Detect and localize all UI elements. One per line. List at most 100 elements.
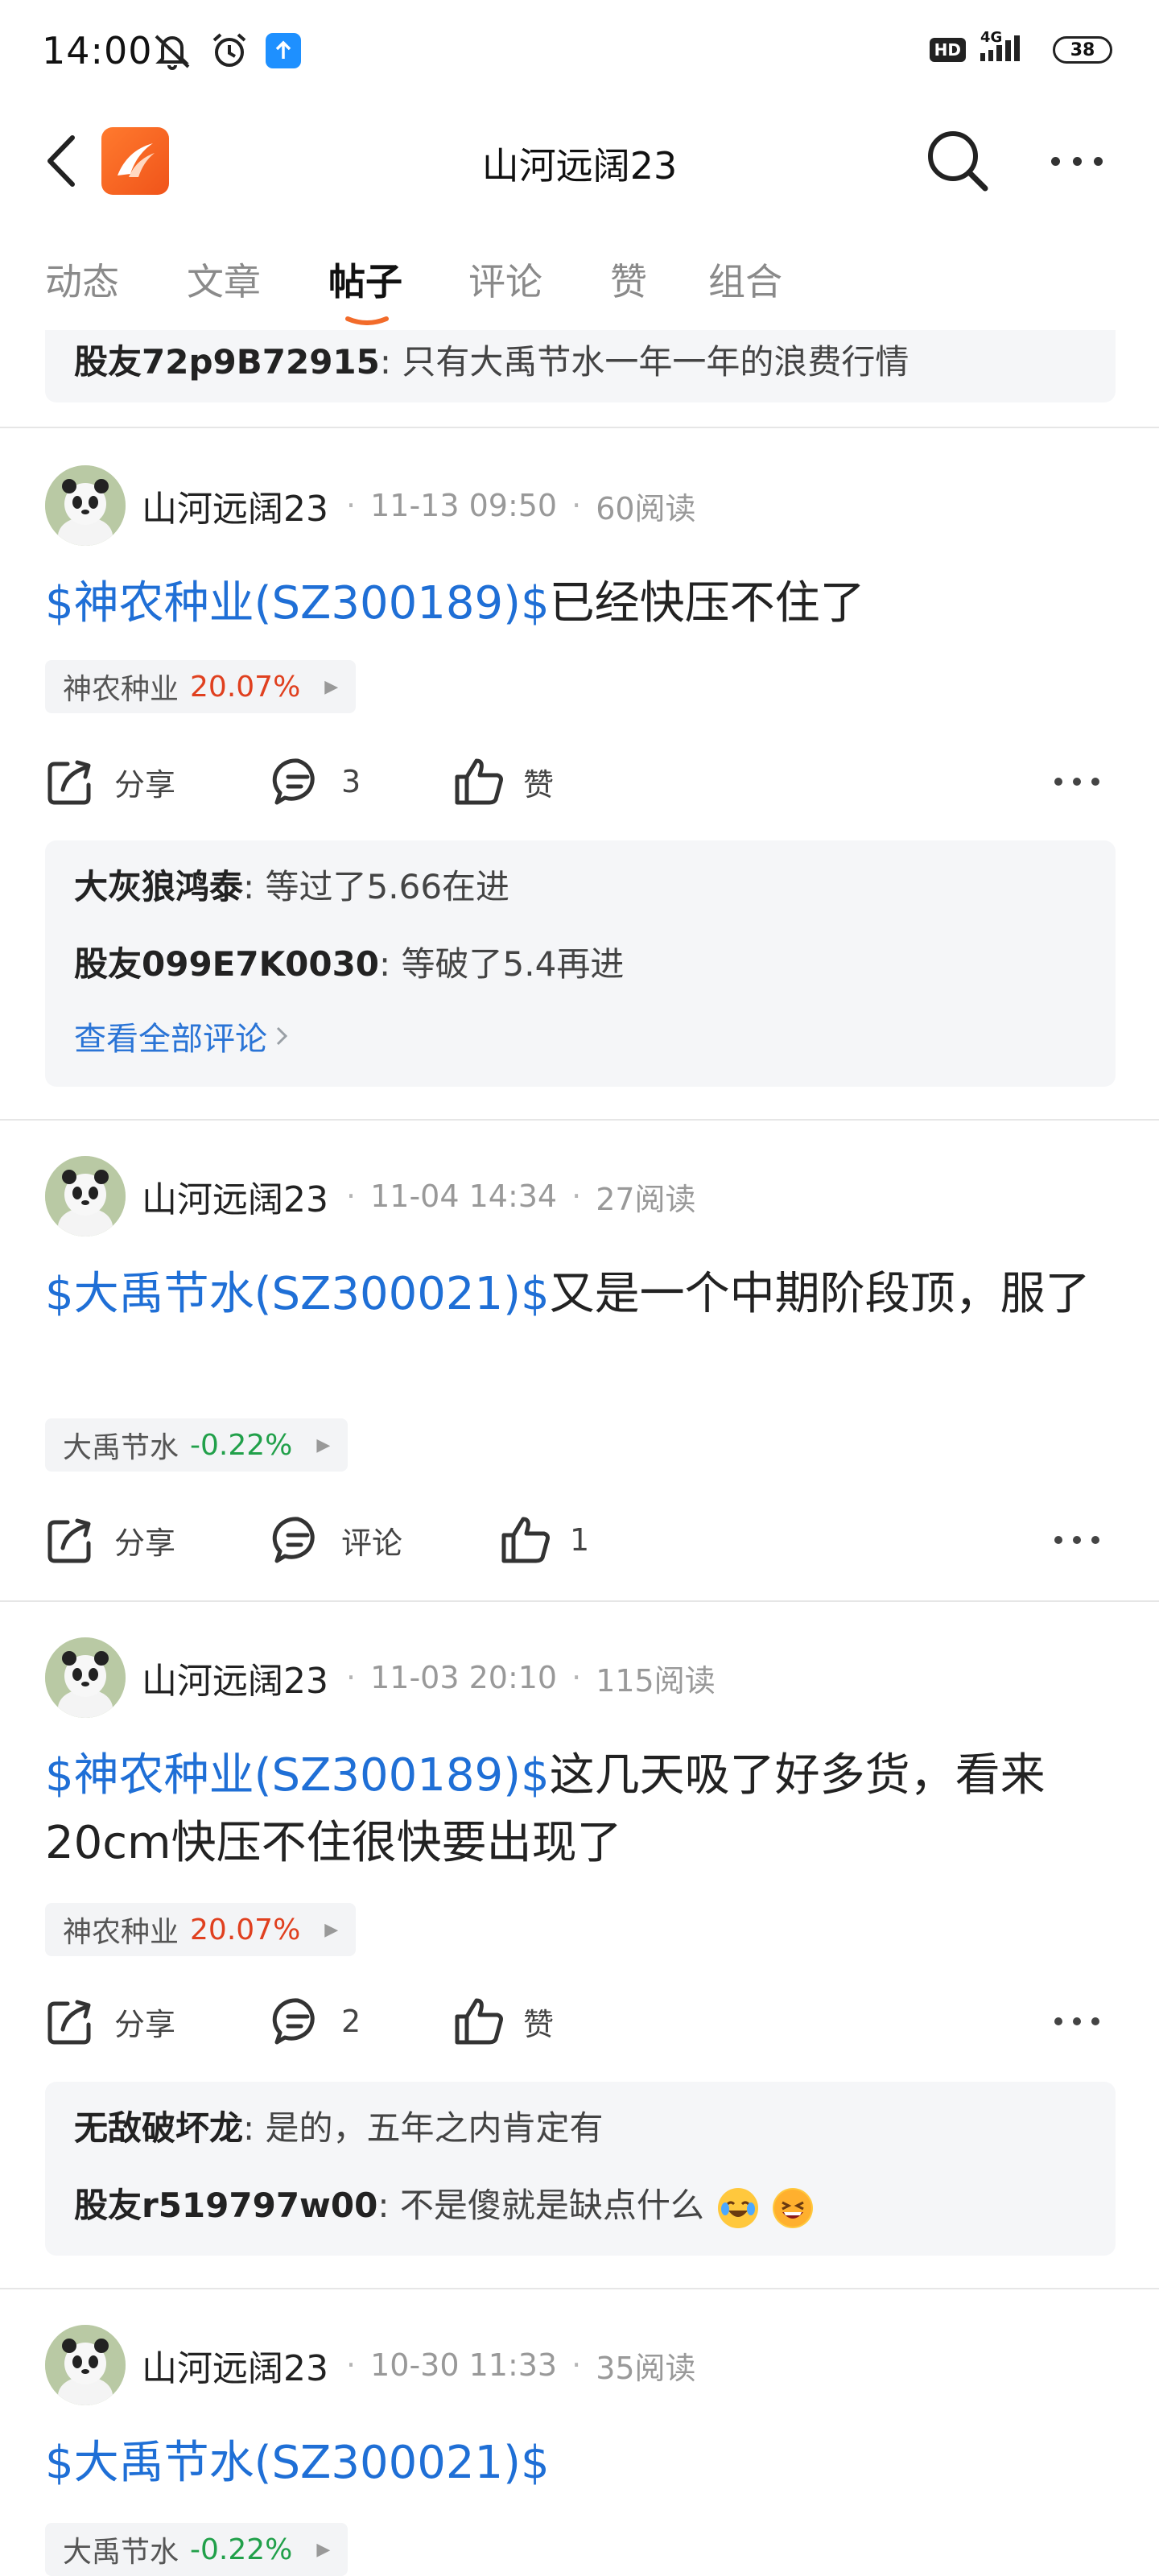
dot-icon	[1091, 778, 1099, 786]
like-button[interactable]: 赞	[452, 745, 554, 818]
dot-icon	[1073, 2017, 1081, 2025]
share-button[interactable]: 分享	[45, 745, 175, 818]
app-logo-icon[interactable]	[101, 127, 169, 195]
profile-tabs: 动态 文章 帖子 评论 赞 组合	[0, 242, 1159, 330]
comment-button[interactable]: 2	[272, 1985, 361, 2058]
comment-author[interactable]: 股友099E7K0030	[74, 944, 379, 984]
post-header: 山河远阔23 · 10-30 11:33 · 35阅读	[45, 2325, 1107, 2405]
post-reads: 115阅读	[596, 1662, 716, 1699]
comment-text: 等过了5.66在进	[265, 867, 510, 906]
stock-chip[interactable]: 神农种业 20.07% ▶	[45, 660, 357, 713]
avatar[interactable]	[45, 465, 126, 546]
tab-posts[interactable]: 帖子	[328, 253, 402, 306]
comment-button[interactable]: 评论	[272, 1504, 402, 1576]
dot-icon	[1054, 1536, 1062, 1544]
post-meta: · 11-03 20:10 · 115阅读	[346, 1656, 716, 1700]
laughing-emoji-icon	[772, 2187, 813, 2228]
like-button[interactable]: 赞	[452, 1985, 554, 2058]
stock-link[interactable]: $神农种业(SZ300189)$	[45, 577, 550, 630]
author-name[interactable]: 山河远阔23	[142, 480, 328, 531]
dot-icon	[1091, 2017, 1099, 2025]
thumbs-up-icon	[501, 1517, 550, 1563]
comment-author[interactable]: 股友r519797w00	[74, 2186, 377, 2225]
post-body[interactable]: $大禹节水(SZ300021)$又是一个中期阶段顶，服了	[45, 1261, 1116, 1328]
mute-bell-icon	[155, 35, 190, 70]
tab-dynamics[interactable]: 动态	[45, 253, 119, 306]
tab-portfolios[interactable]: 组合	[708, 253, 782, 306]
author-name[interactable]: 山河远阔23	[142, 1170, 328, 1222]
post-more-button[interactable]	[1054, 2009, 1099, 2033]
post-meta: · 10-30 11:33 · 35阅读	[346, 2343, 696, 2388]
stock-name: 神农种业	[63, 673, 179, 706]
status-icons-left	[151, 31, 301, 71]
post-actions: 分享 3 赞	[45, 745, 1116, 818]
search-icon	[928, 131, 988, 192]
post-body[interactable]: $神农种业(SZ300189)$已经快压不住了	[45, 570, 1116, 638]
tab-comments[interactable]: 评论	[468, 253, 542, 306]
comment-line[interactable]: 股友r519797w00: 不是傻就是缺点什么	[74, 2178, 813, 2228]
tab-articles[interactable]: 文章	[187, 253, 261, 306]
battery-icon: 38	[1053, 36, 1112, 64]
share-button[interactable]: 分享	[45, 1504, 175, 1576]
share-icon	[47, 2000, 91, 2045]
comment-icon	[272, 758, 315, 805]
comment-button[interactable]: 3	[272, 745, 361, 818]
stock-name: 大禹节水	[63, 2536, 179, 2569]
stock-link[interactable]: $大禹节水(SZ300021)$	[45, 1268, 550, 1320]
post-more-button[interactable]	[1054, 770, 1099, 794]
hd-badge: HD	[929, 38, 966, 62]
divider	[0, 1600, 1159, 1602]
dot-icon	[1073, 778, 1081, 786]
share-label: 分享	[114, 1525, 176, 1561]
dot-icon	[1054, 2017, 1062, 2025]
dot-icon	[1051, 156, 1060, 166]
back-button[interactable]	[37, 130, 85, 192]
stock-chip[interactable]: 神农种业 20.07% ▶	[45, 1903, 357, 1956]
post-body[interactable]: $大禹节水(SZ300021)$	[45, 2429, 1116, 2497]
more-options-button[interactable]	[1046, 140, 1107, 182]
post-text: 已经快压不住了	[549, 577, 865, 630]
search-button[interactable]	[922, 126, 992, 195]
share-button[interactable]: 分享	[45, 1985, 175, 2058]
caret-right-icon: ▶	[324, 676, 339, 697]
comment-label: 评论	[341, 1525, 403, 1561]
status-bar: 14:00 HD 4G 38	[0, 0, 1159, 97]
post-header: 山河远阔23 · 11-04 14:34 · 27阅读	[45, 1156, 1107, 1236]
post-time: 11-13 09:50	[370, 488, 558, 523]
thumbs-up-icon	[455, 1998, 503, 2045]
comment-author[interactable]: 股友72p9B72915	[74, 342, 380, 382]
dot-icon	[1054, 778, 1062, 786]
post-reads: 27阅读	[596, 1181, 696, 1217]
view-all-comments-link[interactable]: 查看全部评论	[74, 1013, 288, 1059]
post-actions: 分享 评论 1	[45, 1504, 1116, 1576]
post-time: 11-04 14:34	[370, 1179, 558, 1214]
share-label: 分享	[114, 766, 176, 803]
tab-likes[interactable]: 赞	[610, 253, 647, 306]
comment-line[interactable]: 大灰狼鸿泰: 等过了5.66在进	[74, 860, 509, 909]
comment-line[interactable]: 无敌破坏龙: 是的，五年之内肯定有	[74, 2101, 604, 2150]
comment-count: 2	[341, 2004, 361, 2039]
comment-author[interactable]: 大灰狼鸿泰	[74, 867, 243, 906]
comment-line[interactable]: 股友099E7K0030: 等破了5.4再进	[74, 937, 624, 986]
comment-preview-box: 无敌破坏龙: 是的，五年之内肯定有 股友r519797w00: 不是傻就是缺点什…	[45, 2082, 1116, 2256]
comment-line[interactable]: 股友72p9B72915: 只有大禹节水一年一年的浪费行情	[74, 335, 909, 384]
author-name[interactable]: 山河远阔23	[142, 1652, 328, 1703]
post-body[interactable]: $神农种业(SZ300189)$这几天吸了好多货，看来20cm快压不住很快要出现…	[45, 1742, 1116, 1877]
avatar[interactable]	[45, 1637, 126, 1718]
like-button[interactable]: 1	[499, 1504, 589, 1576]
avatar[interactable]	[45, 2325, 126, 2405]
comment-text: 是的，五年之内肯定有	[265, 2108, 604, 2148]
stock-link[interactable]: $大禹节水(SZ300021)$	[45, 2437, 550, 2489]
alarm-icon	[212, 33, 246, 67]
post-reads: 35阅读	[596, 2350, 696, 2386]
stock-link[interactable]: $神农种业(SZ300189)$	[45, 1749, 550, 1802]
avatar[interactable]	[45, 1156, 126, 1236]
stock-change: 20.07%	[190, 1913, 301, 1946]
stock-chip[interactable]: 大禹节水 -0.22% ▶	[45, 2523, 349, 2576]
crying-laugh-emoji-icon	[718, 2187, 759, 2228]
comment-author[interactable]: 无敌破坏龙	[74, 2108, 243, 2148]
stock-chip[interactable]: 大禹节水 -0.22% ▶	[45, 1418, 349, 1472]
caret-right-icon: ▶	[324, 1919, 339, 1940]
post-more-button[interactable]	[1054, 1528, 1099, 1552]
author-name[interactable]: 山河远阔23	[142, 2339, 328, 2391]
